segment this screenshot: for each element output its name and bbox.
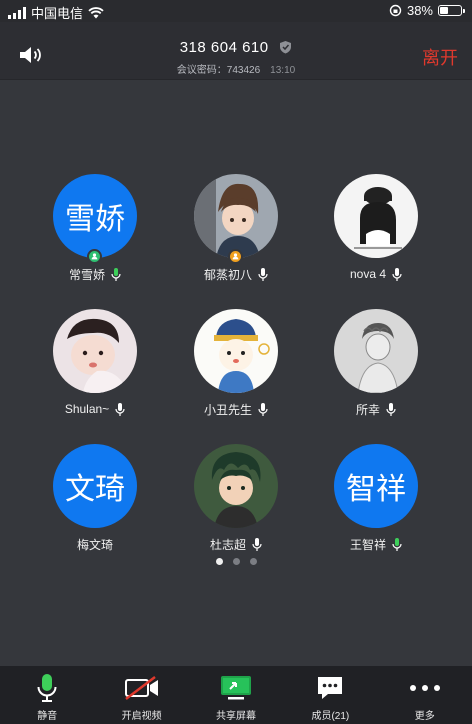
avatar-initials: 智祥 [334,444,418,528]
participant-name-row: 杜志超 [166,536,306,552]
signal-icon [8,6,26,19]
members-button[interactable]: 成员(21) [283,666,377,722]
avatar [194,444,278,528]
carrier-label: 中国电信 [31,6,84,21]
meeting-password-line: 会议密码：743426 13:10 [0,61,472,76]
participant-name: Shulan~ [64,402,110,416]
participant-tile[interactable]: 所幸 [306,309,446,417]
participant-name: 王智祥 [349,537,386,552]
avatar-image [334,309,418,393]
mic-icon [392,267,402,281]
participant-tile[interactable]: 文琦 梅文琦 [25,444,165,552]
avatar-image [194,174,278,258]
wifi-icon [88,6,104,18]
mic-icon [252,537,262,551]
mic-icon [258,402,268,416]
avatar [53,309,137,393]
participant-name-row: Shulan~ [25,401,165,417]
video-off-icon [124,676,158,700]
avatar [334,174,418,258]
page-indicator [0,558,472,565]
host-badge-icon [87,249,102,264]
battery-icon [438,5,465,16]
participant-name: 杜志超 [209,537,246,552]
meeting-elapsed-time: 13:10 [270,65,296,76]
avatar: 雪娇 [53,174,137,264]
meeting-header: 318 604 610 会议密码：743426 13:10 离开 [0,22,472,80]
participant-name-row: 所幸 [306,401,446,417]
participant-tile[interactable]: 雪娇 常雪娇 [25,174,165,282]
mic-active-icon [392,537,402,551]
avatar-image [194,309,278,393]
avatar-image [53,309,137,393]
more-button[interactable]: 更多 [378,666,472,722]
participant-tile[interactable]: nova 4 [306,174,446,282]
more-label: 更多 [414,711,435,722]
avatar [194,309,278,393]
mic-active-icon [111,267,121,281]
chat-bubble-icon [318,677,343,699]
mute-button[interactable]: 静音 [0,666,94,722]
share-screen-icon [220,676,251,700]
participant-name-row: nova 4 [306,266,446,282]
mic-icon [115,402,125,416]
participant-name: 郁蒸初八 [203,267,252,282]
mic-icon [258,267,268,281]
battery-percent: 38% [406,3,433,18]
participant-name-row: 常雪娇 [25,266,165,282]
start-video-label: 开启视频 [121,711,162,722]
avatar-image [194,444,278,528]
avatar: 智祥 [334,444,418,528]
leave-button[interactable]: 离开 [422,44,458,70]
more-dots-icon [409,685,440,691]
participant-tile[interactable]: 智祥 王智祥 [306,444,446,552]
participant-name: 小丑先生 [203,402,252,417]
participant-tile[interactable]: 杜志超 [166,444,306,552]
share-screen-button[interactable]: 共享屏幕 [189,666,283,722]
orientation-lock-icon [389,4,402,17]
meeting-password: 会议密码：743426 [176,65,261,76]
participant-tile[interactable]: 郁蒸初八 [166,174,306,282]
meeting-toolbar: 静音 开启视频 共享屏幕 成员(21) 更多 [0,666,472,724]
members-label: 成员(21) [311,711,350,722]
host-badge-icon [228,249,243,264]
participant-name: 所幸 [355,402,380,417]
participant-name: 常雪娇 [68,267,105,282]
participant-tile[interactable]: 小丑先生 [166,309,306,417]
page-dot[interactable] [215,558,223,565]
microphone-icon [37,674,57,702]
mic-icon [386,402,396,416]
page-dot[interactable] [249,558,257,565]
participant-name-row: 郁蒸初八 [166,266,306,282]
avatar-initials: 文琦 [53,444,137,528]
avatar-initials: 雪娇 [53,174,137,258]
participant-name-row: 梅文琦 [25,536,165,552]
participant-name-row: 小丑先生 [166,401,306,417]
participant-name-row: 王智祥 [306,536,446,552]
participant-name: nova 4 [349,267,387,281]
share-screen-label: 共享屏幕 [215,711,256,722]
start-video-button[interactable]: 开启视频 [95,666,189,722]
shield-icon [280,41,292,54]
page-dot[interactable] [232,558,240,565]
mute-label: 静音 [37,711,58,722]
meeting-id-text: 318 604 610 [179,39,269,56]
avatar [194,174,278,264]
avatar [334,309,418,393]
avatar-image [334,174,418,258]
participant-name: 梅文琦 [76,537,113,552]
meeting-id[interactable]: 318 604 610 [0,39,472,56]
status-bar: 中国电信 38% [0,0,472,22]
participant-tile[interactable]: Shulan~ [25,309,165,417]
avatar: 文琦 [53,444,137,528]
